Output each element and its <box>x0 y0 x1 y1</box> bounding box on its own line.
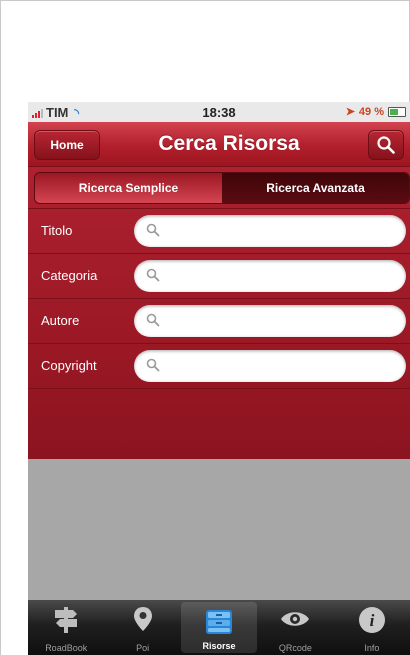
categoria-row: Categoria <box>28 257 410 295</box>
search-form: Ricerca Semplice Ricerca Avanzata Titolo… <box>28 167 410 459</box>
tab-info[interactable]: i Info <box>334 600 410 655</box>
categoria-field[interactable] <box>134 260 406 294</box>
signpost-icon <box>55 607 78 633</box>
eye-icon <box>281 612 310 626</box>
battery-percent: 49 % <box>358 105 384 118</box>
categoria-label: Categoria <box>41 268 98 283</box>
tab-label: Risorse <box>202 641 236 651</box>
tab-ricerca-avanzata[interactable]: Ricerca Avanzata <box>222 173 409 203</box>
titolo-input[interactable] <box>166 215 400 249</box>
tab-label: Info <box>364 643 380 653</box>
info-icon: i <box>358 607 385 633</box>
search-icon <box>146 223 160 237</box>
tab-label: Poi <box>136 643 150 653</box>
search-icon <box>377 136 395 154</box>
categoria-input[interactable] <box>166 260 400 294</box>
home-button[interactable]: Home <box>34 130 100 160</box>
search-mode-segmented-control: Ricerca Semplice Ricerca Avanzata <box>34 172 410 204</box>
navigation-bar: Home Cerca Risorsa <box>28 122 410 167</box>
tab-label: RoadBook <box>45 643 88 653</box>
search-button[interactable] <box>368 130 404 160</box>
status-bar: TIM ◝ 18:38 ➤ 49 % <box>28 102 410 122</box>
autore-label: Autore <box>41 313 80 328</box>
search-icon <box>146 313 160 327</box>
copyright-row: Copyright <box>28 347 410 385</box>
titolo-row: Titolo <box>28 212 410 250</box>
location-arrow-icon: ➤ <box>345 106 355 118</box>
cabinet-icon <box>206 610 233 634</box>
tab-label: QRcode <box>278 643 312 653</box>
titolo-label: Titolo <box>41 223 73 238</box>
phone-screen: TIM ◝ 18:38 ➤ 49 % Home Cerca Risorsa Ri… <box>28 102 410 655</box>
tab-ricerca-semplice[interactable]: Ricerca Semplice <box>35 173 222 203</box>
autore-field[interactable] <box>134 305 406 339</box>
autore-input[interactable] <box>166 305 400 339</box>
search-icon <box>146 358 160 372</box>
titolo-field[interactable] <box>134 215 406 249</box>
map-pin-icon <box>133 607 152 631</box>
copyright-input[interactable] <box>166 350 400 384</box>
tab-poi[interactable]: Poi <box>104 600 180 655</box>
copyright-label: Copyright <box>41 358 97 373</box>
battery-icon <box>388 106 406 117</box>
svg-text:i: i <box>369 611 374 630</box>
tab-risorse[interactable]: Risorse <box>180 602 258 653</box>
tab-bar: RoadBook Poi Risorse QRcode i Info <box>28 600 410 655</box>
copyright-field[interactable] <box>134 350 406 384</box>
autore-row: Autore <box>28 302 410 340</box>
search-icon <box>146 268 160 282</box>
tab-roadbook[interactable]: RoadBook <box>28 600 104 655</box>
page-title: Cerca Risorsa <box>158 132 300 155</box>
tab-qrcode[interactable]: QRcode <box>257 600 333 655</box>
